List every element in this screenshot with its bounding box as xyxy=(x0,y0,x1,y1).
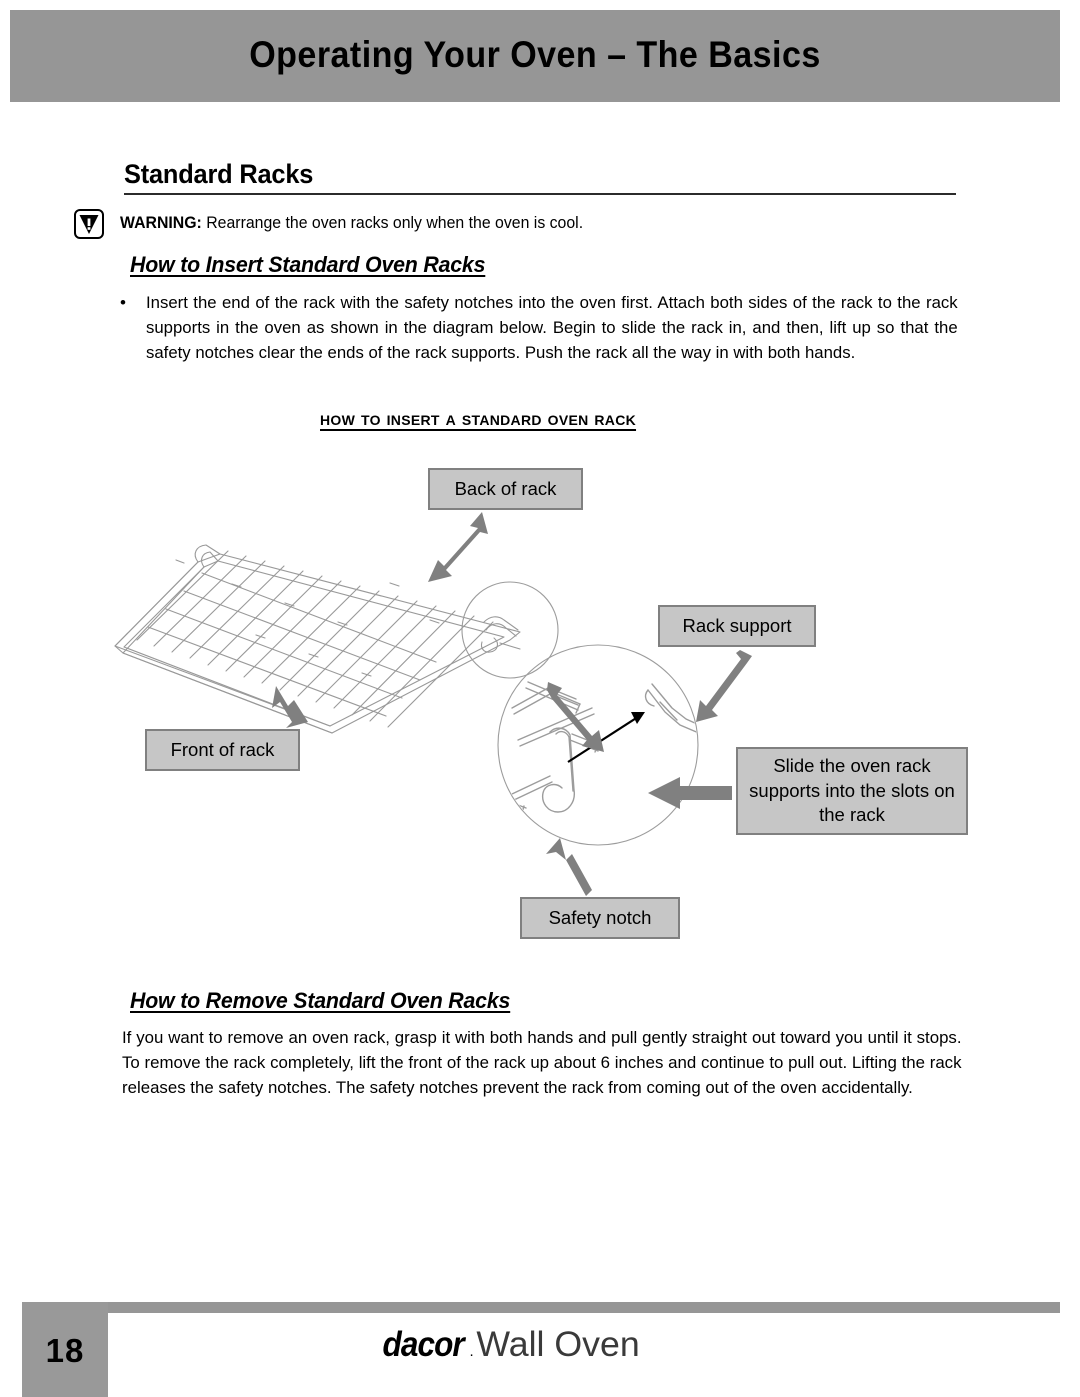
product-name: Wall Oven xyxy=(476,1325,640,1364)
bullet-marker: • xyxy=(120,293,126,312)
oven-rack-line-art xyxy=(114,544,521,734)
callout-back-of-rack-label: Back of rack xyxy=(454,477,557,499)
callout-slide-supports-label: Slide the oven rack supports into the sl… xyxy=(749,755,955,826)
insert-instructions-text: Insert the end of the rack with the safe… xyxy=(146,293,958,362)
callout-front-of-rack-label: Front of rack xyxy=(170,738,275,760)
insert-instructions-bullet: • Insert the end of the rack with the sa… xyxy=(112,290,970,365)
footer-rule-bar xyxy=(108,1302,1060,1313)
rack-diagram-svg xyxy=(114,512,752,896)
page-number: 18 xyxy=(45,1332,85,1369)
subheading-how-to-insert: How to Insert Standard Oven Racks xyxy=(130,252,486,277)
page-title: Operating Your Oven – The Basics xyxy=(249,34,821,75)
warning-text: WARNING: Rearrange the oven racks only w… xyxy=(120,208,583,234)
warning-message: Rearrange the oven racks only when the o… xyxy=(201,214,584,232)
brand-mark: . xyxy=(469,1343,474,1360)
remove-instructions-text: If you want to remove an oven rack, gras… xyxy=(122,1028,962,1097)
footer-page-number-block: 18 xyxy=(22,1302,108,1397)
callout-slide-supports: Slide the oven rack supports into the sl… xyxy=(736,747,968,835)
subheading-how-to-remove: How to Remove Standard Oven Racks xyxy=(130,988,511,1013)
figure-caption: How to Insert a Standard Oven Rack xyxy=(320,408,637,430)
section-title: Standard Racks xyxy=(124,159,314,189)
callout-safety-notch-label: Safety notch xyxy=(548,906,652,928)
callout-front-of-rack: Front of rack xyxy=(145,729,300,771)
section-title-rule xyxy=(124,192,956,195)
callout-rack-support: Rack support xyxy=(658,605,816,647)
warning-row: WARNING: Rearrange the oven racks only w… xyxy=(74,208,974,239)
callout-rack-support-label: Rack support xyxy=(682,614,792,636)
warning-triangle-icon xyxy=(74,209,104,239)
footer-brand: dacor .Wall Oven xyxy=(108,1325,908,1365)
brand-name: dacor xyxy=(382,1325,465,1364)
page-header-band: Operating Your Oven – The Basics xyxy=(10,10,1060,102)
callout-arrows xyxy=(272,512,752,896)
callout-safety-notch: Safety notch xyxy=(520,897,680,939)
warning-label: WARNING: xyxy=(120,214,202,232)
section-title-block: Standard Racks xyxy=(124,159,956,195)
callout-back-of-rack: Back of rack xyxy=(428,468,583,510)
figure-insert-standard-oven-rack: Back of rack Rack support Slide the oven… xyxy=(80,450,1000,960)
